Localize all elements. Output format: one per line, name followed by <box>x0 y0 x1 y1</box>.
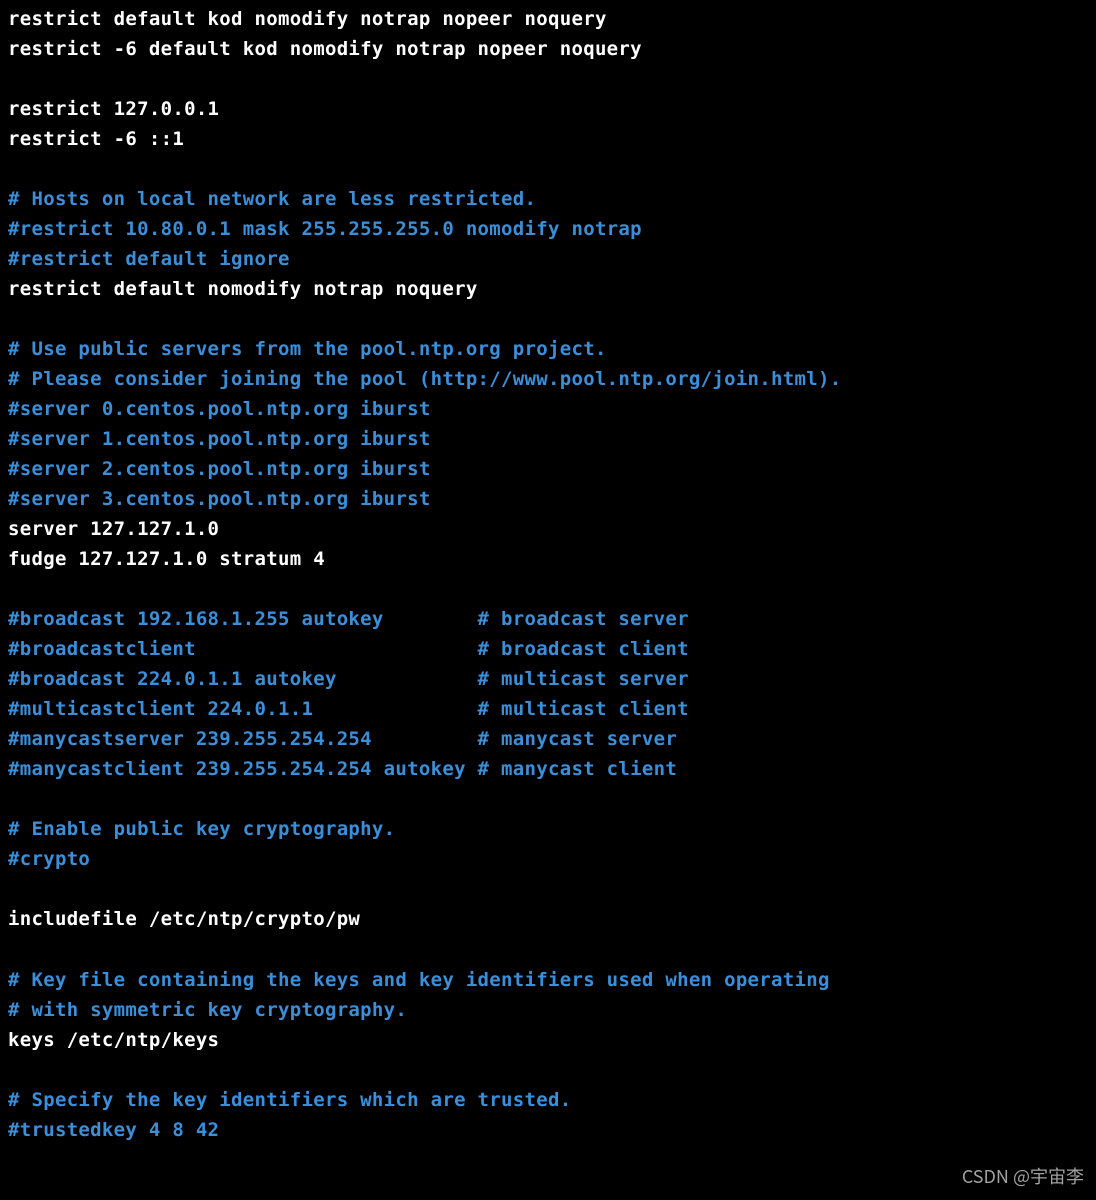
config-comment-line: #server 1.centos.pool.ntp.org iburst <box>8 424 1088 454</box>
config-comment-line: #broadcastclient # broadcast client <box>8 634 1088 664</box>
config-line: restrict 127.0.0.1 <box>8 94 1088 124</box>
config-comment-line: # Specify the key identifiers which are … <box>8 1085 1088 1115</box>
config-comment-line: #broadcast 192.168.1.255 autokey # broad… <box>8 604 1088 634</box>
config-blank-line <box>8 154 1088 184</box>
config-line: server 127.127.1.0 <box>8 514 1088 544</box>
config-line: restrict -6 default kod nomodify notrap … <box>8 34 1088 64</box>
config-comment-line: #manycastclient 239.255.254.254 autokey … <box>8 754 1088 784</box>
terminal-output: restrict default kod nomodify notrap nop… <box>8 4 1088 1145</box>
config-comment-line: # with symmetric key cryptography. <box>8 995 1088 1025</box>
config-blank-line <box>8 304 1088 334</box>
config-blank-line <box>8 1055 1088 1085</box>
config-comment-line: #crypto <box>8 844 1088 874</box>
config-comment-line: #trustedkey 4 8 42 <box>8 1115 1088 1145</box>
config-comment-line: #multicastclient 224.0.1.1 # multicast c… <box>8 694 1088 724</box>
config-blank-line <box>8 574 1088 604</box>
config-comment-line: #manycastserver 239.255.254.254 # manyca… <box>8 724 1088 754</box>
config-comment-line: #server 3.centos.pool.ntp.org iburst <box>8 484 1088 514</box>
config-comment-line: # Enable public key cryptography. <box>8 814 1088 844</box>
config-comment-line: #server 0.centos.pool.ntp.org iburst <box>8 394 1088 424</box>
config-comment-line: #broadcast 224.0.1.1 autokey # multicast… <box>8 664 1088 694</box>
config-line: includefile /etc/ntp/crypto/pw <box>8 904 1088 934</box>
config-comment-line: # Hosts on local network are less restri… <box>8 184 1088 214</box>
config-comment-line: # Use public servers from the pool.ntp.o… <box>8 334 1088 364</box>
config-comment-line: #restrict default ignore <box>8 244 1088 274</box>
config-blank-line <box>8 934 1088 964</box>
config-line: keys /etc/ntp/keys <box>8 1025 1088 1055</box>
watermark-text: CSDN @宇宙李 <box>962 1162 1084 1190</box>
config-comment-line: #restrict 10.80.0.1 mask 255.255.255.0 n… <box>8 214 1088 244</box>
config-comment-line: # Please consider joining the pool (http… <box>8 364 1088 394</box>
config-line: restrict default kod nomodify notrap nop… <box>8 4 1088 34</box>
config-blank-line <box>8 784 1088 814</box>
config-line: restrict default nomodify notrap noquery <box>8 274 1088 304</box>
config-blank-line <box>8 874 1088 904</box>
config-comment-line: #server 2.centos.pool.ntp.org iburst <box>8 454 1088 484</box>
config-line: restrict -6 ::1 <box>8 124 1088 154</box>
config-blank-line <box>8 64 1088 94</box>
config-line: fudge 127.127.1.0 stratum 4 <box>8 544 1088 574</box>
config-comment-line: # Key file containing the keys and key i… <box>8 965 1088 995</box>
